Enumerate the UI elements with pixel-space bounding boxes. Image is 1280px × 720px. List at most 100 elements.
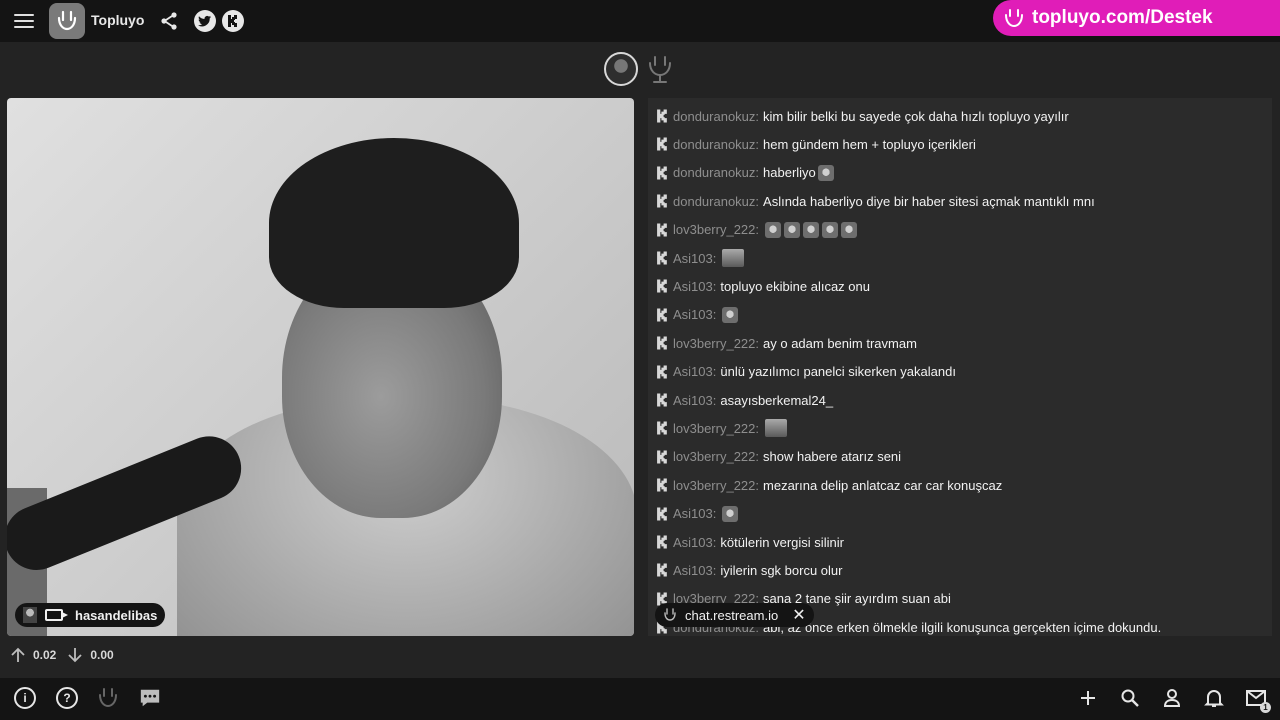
chat-separator: :	[755, 335, 760, 351]
chat-username[interactable]: Asi103	[673, 279, 713, 294]
bottom-bar: i ? 1	[0, 678, 1280, 720]
help-icon[interactable]: ?	[56, 687, 78, 709]
kick-icon	[657, 279, 667, 293]
chat-message: Asi103: ünlü yazılımcı panelci sikerken y…	[656, 362, 956, 382]
chat-emotes	[720, 505, 739, 522]
chat-separator: :	[712, 250, 717, 266]
chat-source-tag[interactable]: chat.restream.io ✕	[655, 603, 814, 627]
emote-icon	[722, 505, 739, 522]
chat-message: lov3berry_222: show habere atarız seni	[656, 447, 901, 467]
mail-icon[interactable]: 1	[1245, 687, 1271, 713]
chat-separator: :	[712, 534, 717, 550]
kick-icon	[657, 535, 667, 549]
chat-text: show habere atarız seni	[763, 449, 902, 465]
chat-username[interactable]: lov3berry_222	[673, 449, 755, 464]
chat-separator: :	[712, 562, 717, 578]
info-icon[interactable]: i	[14, 687, 36, 709]
chat-separator: :	[755, 222, 760, 238]
chat-message: lov3berry_222:	[656, 220, 858, 240]
chat-message: Asi103: asayısberkemal24_	[656, 390, 833, 410]
chat-text: ay o adam benim travmam	[763, 335, 917, 351]
microphone-icon[interactable]	[645, 54, 675, 86]
chat-username[interactable]: Asi103	[673, 563, 713, 578]
kick-icon	[657, 223, 667, 237]
chat-message: Asi103: kötülerin vergisi silinir	[656, 532, 844, 552]
chat-icon[interactable]	[139, 687, 161, 709]
chat-text: kim bilir belki bu sayede çok daha hızlı…	[763, 108, 1069, 124]
kick-icon	[657, 109, 667, 123]
menu-icon[interactable]	[14, 12, 34, 30]
chat-emotes	[720, 306, 739, 323]
streamer-tag[interactable]: hasandelibas	[15, 603, 166, 627]
chat-emotes	[763, 221, 858, 238]
video-subject-hair	[269, 138, 519, 308]
chat-panel[interactable]: donduranokuz: kim bilir belki bu sayede ç…	[648, 98, 1272, 636]
chat-username[interactable]: Asi103	[673, 364, 713, 379]
logo-icon[interactable]	[49, 3, 85, 39]
chat-text: abi, az önce erken ölmekle ilgili konuşu…	[763, 619, 1162, 635]
chat-username[interactable]: Asi103	[673, 251, 713, 266]
plus-icon[interactable]	[1077, 687, 1099, 709]
chat-text: topluyo ekibine alıcaz onu	[720, 278, 870, 294]
camera-icon	[45, 609, 68, 621]
emote-icon	[817, 164, 834, 181]
topluyo-icon[interactable]	[97, 687, 119, 709]
chat-message: Asi103:	[656, 305, 739, 325]
arrow-up-icon[interactable]	[9, 646, 27, 664]
support-banner[interactable]: topluyo.com/Destek	[993, 0, 1280, 36]
emote-icon	[722, 249, 745, 267]
kick-icon	[657, 194, 667, 208]
chat-message: Asi103: iyilerin sgk borcu olur	[656, 560, 842, 580]
kick-icon	[657, 365, 667, 379]
share-icon[interactable]	[158, 10, 180, 32]
mail-count-badge: 1	[1260, 702, 1271, 713]
chat-source-label: chat.restream.io	[685, 607, 779, 623]
streamer-name: hasandelibas	[75, 607, 158, 623]
streamer-mini-avatar	[23, 607, 37, 623]
participant-strip	[0, 52, 1280, 90]
chat-username[interactable]: lov3berry_222	[673, 478, 755, 493]
chat-username[interactable]: Asi103	[673, 535, 713, 550]
emote-icon	[765, 419, 788, 438]
user-icon[interactable]	[1161, 687, 1183, 709]
chat-username[interactable]: donduranokuz	[673, 109, 755, 124]
chat-username[interactable]: donduranokuz	[673, 137, 755, 152]
arrow-down-icon[interactable]	[66, 646, 84, 664]
emote-icon	[722, 306, 739, 323]
vote-controls: 0.02 0.00	[9, 646, 124, 664]
chat-separator: :	[712, 506, 717, 522]
twitter-icon[interactable]	[194, 10, 216, 32]
chat-username[interactable]: donduranokuz	[673, 165, 755, 180]
emote-icon	[784, 221, 801, 238]
kick-icon	[657, 478, 667, 492]
chat-text: mezarına delip anlatcaz car car konuşcaz	[763, 477, 1003, 493]
chat-username[interactable]: lov3berry_222	[673, 336, 755, 351]
chat-username[interactable]: lov3berry_222	[673, 421, 755, 436]
video-player[interactable]	[7, 98, 634, 636]
chat-message: donduranokuz: haberliyo	[656, 163, 834, 183]
chat-username[interactable]: Asi103	[673, 393, 713, 408]
top-bar: Topluyo topluyo.com/Destek	[0, 0, 1280, 42]
search-icon[interactable]	[1119, 687, 1141, 709]
streamer-avatar[interactable]	[604, 52, 638, 86]
chat-text: Aslında haberliyo diye bir haber sitesi …	[763, 193, 1095, 209]
kick-icon	[657, 137, 667, 151]
chat-message: Asi103: topluyo ekibine alıcaz onu	[656, 276, 870, 296]
chat-username[interactable]: Asi103	[673, 307, 713, 322]
kick-icon	[657, 421, 667, 435]
chat-message: Asi103:	[656, 504, 739, 524]
chat-text: iyilerin sgk borcu olur	[720, 562, 843, 578]
chat-username[interactable]: donduranokuz	[673, 194, 755, 209]
chat-username[interactable]: lov3berry_222	[673, 222, 755, 237]
chat-separator: :	[712, 392, 717, 408]
emote-icon	[765, 221, 782, 238]
chat-emotes	[816, 164, 834, 181]
chat-separator: :	[712, 364, 717, 380]
upvote-value: 0.02	[33, 648, 57, 662]
support-link-text: topluyo.com/Destek	[1032, 7, 1213, 28]
kick-icon[interactable]	[222, 10, 244, 32]
chat-username[interactable]: Asi103	[673, 506, 713, 521]
bell-icon[interactable]	[1203, 687, 1225, 709]
close-icon[interactable]: ✕	[792, 605, 805, 625]
app-title[interactable]: Topluyo	[91, 12, 144, 28]
